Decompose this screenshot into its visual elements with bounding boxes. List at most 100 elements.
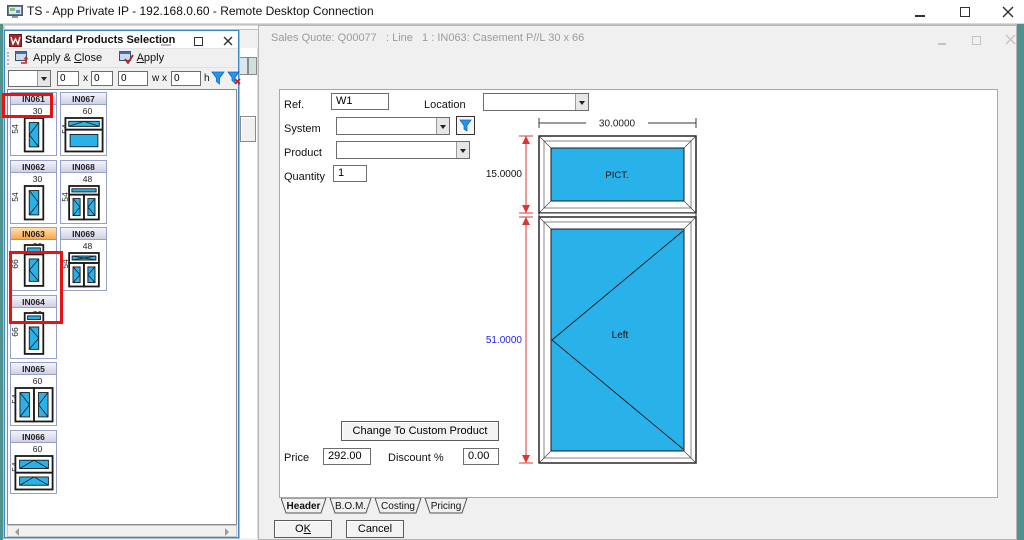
product-list: IN0613054IN0676054IN0623054IN0684854IN06… bbox=[7, 89, 237, 525]
dim1-input[interactable]: 0 bbox=[57, 71, 79, 86]
app-icon bbox=[9, 34, 22, 47]
ok-button[interactable]: OK bbox=[274, 520, 332, 538]
maximize-button[interactable] bbox=[950, 4, 980, 20]
product-item-IN062[interactable]: IN0623054 bbox=[10, 160, 57, 224]
dim3-input[interactable]: 0 bbox=[118, 71, 148, 86]
quote-dialog-title: Sales Quote: Q00077 : Line 1 : IN063: Ca… bbox=[271, 32, 584, 44]
rdp-titlebar: TS - App Private IP - 192.168.0.60 - Rem… bbox=[0, 0, 1024, 24]
minimize-icon bbox=[161, 44, 171, 46]
products-minimize-button[interactable] bbox=[157, 33, 175, 47]
chevron-down-icon[interactable] bbox=[575, 94, 588, 110]
svg-text:Header: Header bbox=[287, 501, 321, 512]
product-group-select[interactable]: PR02: bbox=[8, 70, 51, 87]
minimize-button[interactable] bbox=[905, 4, 935, 20]
product-thumbnail-icon bbox=[23, 184, 46, 221]
product-width-label: 30 bbox=[19, 174, 56, 184]
product-width-label: 30 bbox=[19, 106, 56, 116]
maximize-icon bbox=[960, 7, 970, 17]
products-horizontal-scrollbar[interactable] bbox=[7, 525, 237, 537]
scroll-right-icon[interactable] bbox=[225, 528, 233, 536]
svg-text:Pricing: Pricing bbox=[431, 501, 462, 512]
apply-close-icon bbox=[15, 51, 30, 64]
quote-close-button[interactable] bbox=[999, 32, 1021, 46]
product-id-label: IN067 bbox=[61, 93, 106, 105]
x-label: x bbox=[83, 73, 88, 84]
apply-button[interactable]: Apply bbox=[116, 50, 168, 65]
discount-input[interactable]: 0.00 bbox=[463, 448, 499, 465]
system-select[interactable]: <All> bbox=[336, 117, 450, 135]
maximize-icon bbox=[972, 36, 981, 45]
price-input[interactable]: 292.00 bbox=[323, 448, 371, 465]
h-label: h bbox=[204, 73, 210, 84]
location-label: Location bbox=[424, 99, 466, 111]
product-item-IN064[interactable]: IN0643066 bbox=[10, 295, 57, 359]
dim4-input[interactable]: 0 bbox=[171, 71, 201, 86]
apply-close-button[interactable]: Apply & Close bbox=[12, 50, 105, 65]
product-thumbnail-icon bbox=[23, 311, 46, 356]
bottom-sash[interactable]: Left bbox=[539, 217, 696, 463]
bottom-pane-label: Left bbox=[612, 330, 629, 341]
product-item-IN065[interactable]: IN0656054 bbox=[10, 362, 57, 426]
svg-text:30.0000: 30.0000 bbox=[599, 119, 636, 130]
product-id-label: IN063 bbox=[11, 228, 56, 240]
product-thumbnail-icon bbox=[14, 386, 55, 423]
product-id-label: IN068 bbox=[61, 161, 106, 173]
close-button[interactable] bbox=[993, 4, 1023, 20]
scroll-left-icon[interactable] bbox=[11, 528, 19, 536]
sales-quote-dialog: Sales Quote: Q00077 : Line 1 : IN063: Ca… bbox=[258, 25, 1017, 540]
top-sash[interactable]: PICT. bbox=[539, 136, 696, 213]
standard-products-dialog: Standard Products Selection Apply & Clos… bbox=[4, 30, 239, 538]
background-button-fragment[interactable] bbox=[240, 116, 256, 142]
price-label: Price bbox=[284, 452, 309, 464]
ref-input[interactable]: W1 bbox=[331, 93, 389, 110]
discount-label: Discount % bbox=[388, 452, 444, 464]
system-label: System bbox=[284, 123, 321, 135]
tab-costing[interactable]: Costing bbox=[375, 498, 421, 513]
product-item-IN068[interactable]: IN0684854 bbox=[60, 160, 107, 224]
system-filter-button[interactable] bbox=[456, 116, 475, 135]
product-select[interactable]: IN063 :Casement P//L 3( bbox=[336, 141, 470, 159]
chevron-down-icon[interactable] bbox=[456, 142, 469, 158]
clear-filter-button[interactable] bbox=[227, 70, 241, 90]
product-thumbnail-icon bbox=[23, 116, 46, 153]
funnel-off-icon bbox=[227, 70, 241, 85]
product-item-IN067[interactable]: IN0676054 bbox=[60, 92, 107, 156]
change-to-custom-product-button[interactable]: Change To Custom Product bbox=[341, 421, 499, 441]
product-id-label: IN065 bbox=[11, 363, 56, 375]
filter-button[interactable] bbox=[211, 70, 225, 90]
svg-text:B.O.M.: B.O.M. bbox=[335, 501, 366, 512]
toolbar-grip bbox=[7, 52, 10, 65]
location-select[interactable]: Stairs bbox=[483, 93, 589, 111]
product-id-label: IN061 bbox=[11, 93, 56, 105]
product-item-IN066[interactable]: IN0666054 bbox=[10, 430, 57, 494]
top-height-dim-label: 15.0000 bbox=[486, 169, 523, 180]
products-filter-row: PR02: 0 x 0 0 w x 0 h bbox=[5, 68, 238, 89]
product-thumbnail-icon bbox=[68, 184, 102, 221]
chevron-down-icon[interactable] bbox=[37, 71, 50, 86]
product-height-label: 54 bbox=[10, 187, 20, 207]
product-id-label: IN064 bbox=[11, 296, 56, 308]
background-toolbar-button[interactable] bbox=[248, 57, 257, 75]
products-close-button[interactable] bbox=[219, 33, 237, 47]
tab-pricing[interactable]: Pricing bbox=[425, 498, 467, 513]
width-dimension: 30.0000 bbox=[539, 118, 696, 130]
product-item-IN061[interactable]: IN0613054 bbox=[10, 92, 57, 156]
products-maximize-button[interactable] bbox=[189, 33, 207, 47]
product-width-label: 60 bbox=[19, 376, 56, 386]
minimize-icon bbox=[915, 15, 925, 17]
ref-label: Ref. bbox=[284, 99, 304, 111]
svg-text:Costing: Costing bbox=[381, 501, 415, 512]
bottom-height-dim-label[interactable]: 51.0000 bbox=[486, 335, 523, 346]
dim2-input[interactable]: 0 bbox=[91, 71, 113, 86]
close-icon bbox=[223, 36, 233, 46]
quantity-input[interactable]: 1 bbox=[333, 165, 367, 182]
height-dimension-lines bbox=[519, 136, 533, 463]
product-item-IN063[interactable]: IN0633066 bbox=[10, 227, 57, 291]
tab-bom[interactable]: B.O.M. bbox=[330, 498, 371, 513]
product-item-IN069[interactable]: IN0694854 bbox=[60, 227, 107, 291]
cancel-button[interactable]: Cancel bbox=[346, 520, 404, 538]
tab-header[interactable]: Header bbox=[281, 498, 326, 513]
window-diagram: 30.0000 15.0000 51.0000 PICT. bbox=[474, 111, 709, 476]
product-label: Product bbox=[284, 147, 322, 159]
chevron-down-icon[interactable] bbox=[436, 118, 449, 134]
